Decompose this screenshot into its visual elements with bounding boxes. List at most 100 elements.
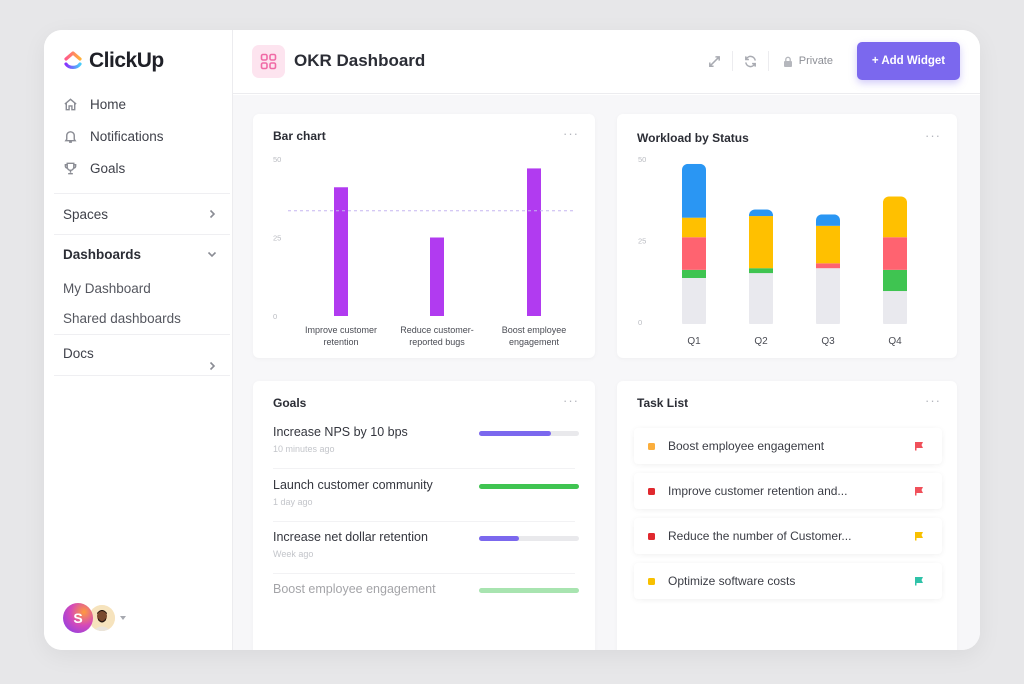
goal-progress-fill (479, 484, 579, 489)
goal-progress-bar (479, 588, 579, 593)
nav-item-home[interactable]: Home (44, 88, 233, 120)
stacked-bar[interactable] (816, 214, 840, 324)
task-item[interactable]: Optimize software costs (634, 563, 942, 599)
flag-icon[interactable] (914, 531, 924, 541)
goals-widget: Goals ··· Increase NPS by 10 bps 10 minut… (253, 381, 595, 650)
privacy-toggle[interactable]: Private (769, 55, 857, 67)
expand-button[interactable] (697, 42, 732, 80)
docs-label: Docs (63, 346, 94, 361)
status-indicator (648, 487, 655, 495)
stacked-bar[interactable] (883, 196, 907, 324)
x-tick-label: Boost employee (502, 325, 567, 335)
page-header: OKR Dashboard Private + Add Widget (233, 30, 980, 94)
nav-item-label: Goals (90, 160, 126, 176)
stacked-bar[interactable] (682, 163, 706, 324)
bar[interactable] (527, 168, 541, 316)
brand-name: ClickUp (89, 49, 164, 72)
nav-item-goals[interactable]: Goals (44, 152, 233, 184)
main-nav: Home Notifications Goals (44, 88, 233, 184)
goal-progress-bar (479, 536, 579, 541)
task-name: Reduce the number of Customer... (668, 529, 852, 543)
goal-item[interactable]: Increase net dollar retention Week ago (273, 530, 579, 582)
spaces-label: Spaces (63, 206, 109, 222)
task-item[interactable]: Boost employee engagement (634, 428, 942, 464)
header-toolbar: Private + Add Widget (697, 42, 960, 80)
bar-segment-blue (816, 214, 840, 226)
goal-item[interactable]: Increase NPS by 10 bps 10 minutes ago (273, 425, 579, 477)
y-tick-label: 50 (273, 155, 281, 164)
widget-menu-button[interactable]: ··· (925, 393, 941, 408)
x-tick-label: retention (323, 337, 358, 347)
app-window: ClickUp Home Notifications Goals Spaces (44, 30, 980, 650)
goal-progress-bar (479, 431, 579, 436)
y-tick-label: 0 (273, 312, 277, 321)
dashboards-toggle[interactable]: Dashboards (54, 235, 230, 273)
goal-timestamp: 1 day ago (273, 497, 313, 507)
privacy-label: Private (798, 55, 833, 67)
task-item[interactable]: Reduce the number of Customer... (634, 518, 942, 554)
chevron-down-icon (207, 251, 217, 258)
page-title: OKR Dashboard (294, 51, 426, 70)
x-tick-label: Improve customer (305, 325, 377, 335)
bar[interactable] (334, 187, 348, 316)
bar-segment-yellow (816, 225, 840, 264)
bar-chart-widget: Bar chart ··· 0 25 50 Improve customer reten… (253, 114, 595, 358)
task-name: Improve customer retention and... (668, 484, 848, 498)
divider (273, 468, 575, 469)
bar-segment-gray (883, 291, 907, 324)
bell-icon (64, 130, 77, 143)
bar-segment-gray (749, 273, 773, 324)
spaces-section: Spaces (54, 193, 230, 234)
add-widget-button[interactable]: + Add Widget (857, 42, 960, 80)
task-item[interactable]: Improve customer retention and... (634, 473, 942, 509)
goal-timestamp: 10 minutes ago (273, 444, 335, 454)
y-tick-label: 25 (273, 234, 281, 243)
goal-progress-fill (479, 536, 519, 541)
lock-icon (783, 56, 792, 67)
x-tick-label: Reduce customer- (400, 325, 474, 335)
nav-item-label: Notifications (90, 128, 164, 144)
task-name: Optimize software costs (668, 574, 796, 588)
x-tick-label: Q1 (687, 336, 701, 347)
user-menu[interactable]: S (63, 603, 126, 633)
widget-title: Goals (273, 396, 307, 410)
flag-icon[interactable] (914, 441, 924, 451)
sidebar-item-my-dashboard[interactable]: My Dashboard (54, 273, 230, 303)
y-tick-label: 25 (638, 237, 646, 246)
task-name: Boost employee engagement (668, 439, 825, 453)
nav-item-notifications[interactable]: Notifications (44, 120, 233, 152)
bar-segment-blue (682, 163, 706, 218)
clickup-logo-icon (64, 51, 82, 69)
sidebar-item-shared-dashboards[interactable]: Shared dashboards (54, 303, 230, 333)
clickup-logo[interactable]: ClickUp (63, 49, 164, 73)
nav-item-label: Home (90, 96, 127, 112)
y-tick-label: 0 (638, 318, 642, 327)
refresh-button[interactable] (733, 42, 768, 80)
bar-segment-blue (749, 209, 773, 217)
flag-icon[interactable] (914, 576, 924, 586)
bar[interactable] (430, 237, 444, 317)
widget-menu-button[interactable]: ··· (563, 393, 579, 408)
goal-timestamp: Week ago (273, 549, 314, 559)
goal-item[interactable]: Boost employee engagement (273, 582, 579, 634)
home-icon (64, 97, 77, 110)
bar-segment-green (749, 268, 773, 274)
dashboards-label: Dashboards (63, 246, 142, 262)
bar-segment-red (883, 237, 907, 270)
bar-chart: 0 25 50 Improve customer retention Reduce cus… (273, 155, 575, 347)
divider (273, 521, 575, 522)
spaces-toggle[interactable]: Spaces (54, 194, 230, 234)
bar-segment-green (883, 269, 907, 292)
goal-progress-fill (479, 588, 579, 593)
stacked-bar[interactable] (749, 209, 773, 324)
workload-chart: 0 25 50 Q1 Q2 Q3 Q4 (638, 155, 907, 347)
goal-progress-fill (479, 431, 551, 436)
trophy-icon (64, 162, 77, 174)
status-indicator (648, 532, 655, 540)
flag-icon[interactable] (914, 486, 924, 496)
x-tick-label: reported bugs (409, 337, 465, 347)
caret-down-icon (120, 616, 126, 620)
bar-segment-yellow (883, 196, 907, 238)
docs-toggle[interactable]: Docs (54, 335, 230, 375)
goal-item[interactable]: Launch customer community 1 day ago (273, 478, 579, 530)
